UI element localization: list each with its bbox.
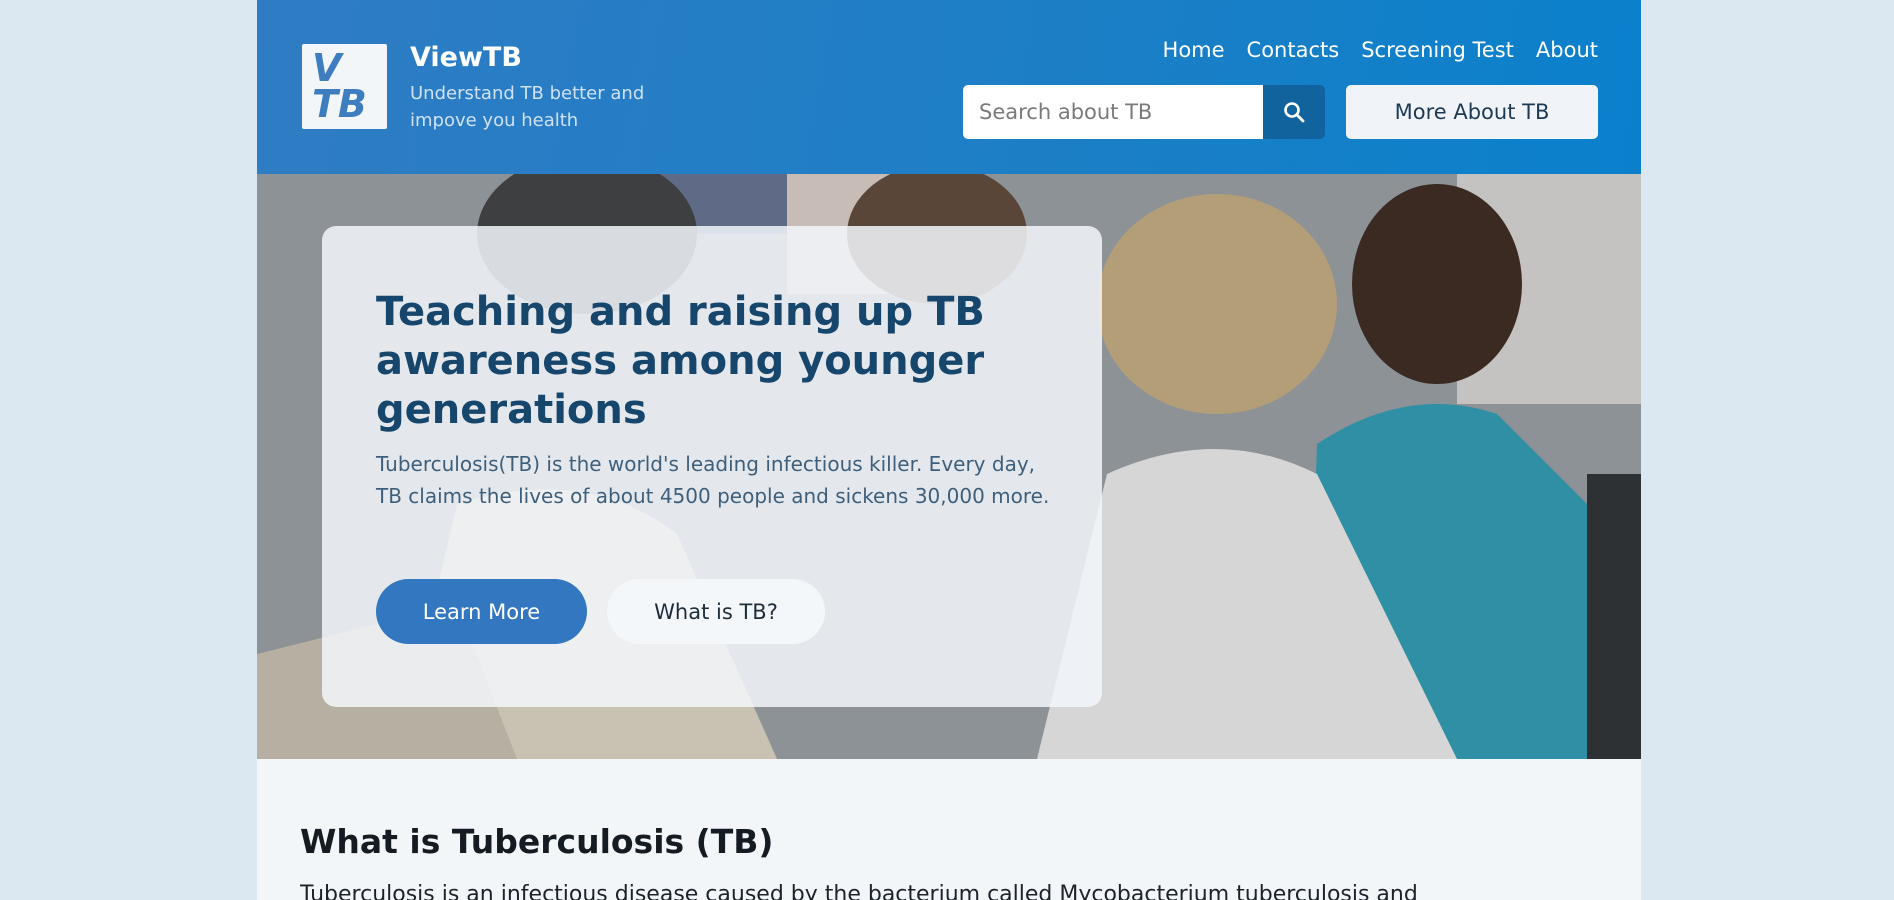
section-intro-text: Tuberculosis is an infectious disease ca… — [300, 882, 1418, 900]
page: V TB ViewTB Understand TB better and imp… — [257, 0, 1641, 900]
hero-description: Tuberculosis(TB) is the world's leading … — [376, 452, 1050, 508]
more-about-tb-button[interactable]: More About TB — [1346, 85, 1598, 139]
what-is-tb-button[interactable]: What is TB? — [607, 579, 825, 644]
nav-about[interactable]: About — [1536, 38, 1598, 62]
logo-letters-tb: TB — [312, 82, 367, 126]
search-button[interactable] — [1263, 85, 1325, 139]
learn-more-button[interactable]: Learn More — [376, 579, 587, 644]
brand-tagline: Understand TB better and impove you heal… — [410, 83, 645, 131]
site-logo[interactable]: V TB — [302, 44, 387, 129]
search-bar — [963, 85, 1325, 139]
site-header: V TB ViewTB Understand TB better and imp… — [257, 0, 1641, 174]
search-input[interactable] — [963, 85, 1263, 139]
brand-name[interactable]: ViewTB — [410, 42, 522, 73]
hero-card: Teaching and raising up TB awareness amo… — [322, 226, 1102, 707]
section-title: What is Tuberculosis (TB) — [300, 822, 774, 861]
main-nav: Home Contacts Screening Test About — [1163, 38, 1598, 62]
hero-section: Teaching and raising up TB awareness amo… — [257, 174, 1641, 759]
nav-home[interactable]: Home — [1163, 38, 1225, 62]
nav-screening-test[interactable]: Screening Test — [1361, 38, 1514, 62]
nav-contacts[interactable]: Contacts — [1247, 38, 1340, 62]
search-icon — [1284, 102, 1305, 123]
hero-title: Teaching and raising up TB awareness amo… — [376, 289, 985, 433]
